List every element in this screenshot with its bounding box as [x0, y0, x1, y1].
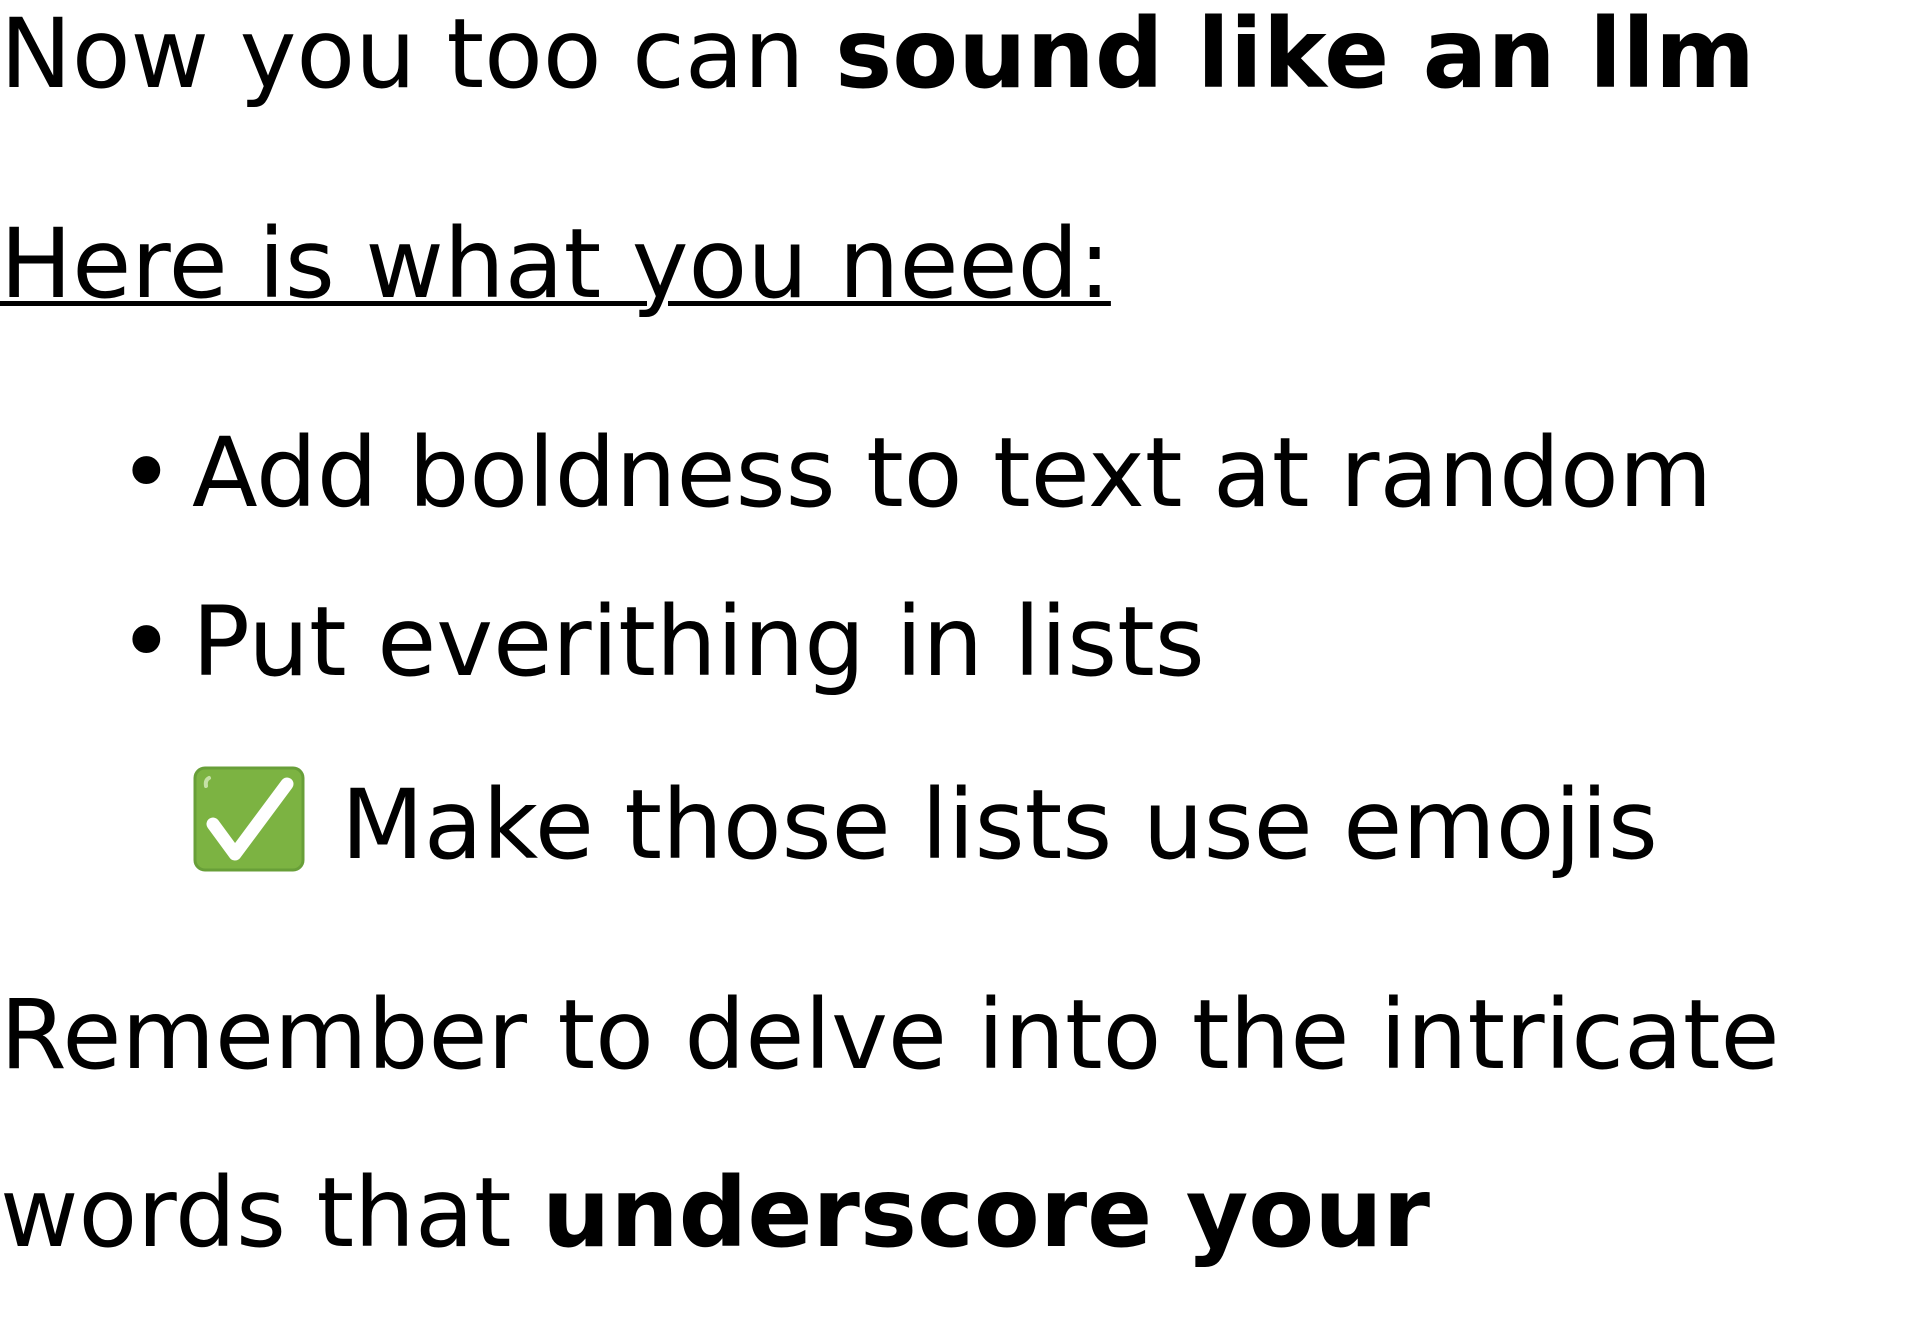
closing-line-1: Remember to delve into the intricate — [0, 987, 1780, 1083]
check-list-item: Make those lists use emojis — [193, 766, 1658, 881]
bullet-icon: • — [118, 586, 175, 698]
closing-text-1: Remember to delve into the intricate — [0, 979, 1780, 1091]
intro-bold-text: sound like an llm — [835, 0, 1755, 110]
closing-line-2: words that underscore your — [0, 1165, 1430, 1261]
list-item-text: Put everithing in lists — [192, 586, 1205, 698]
intro-text: Now you too can — [0, 0, 836, 110]
closing-text-2: words that — [0, 1157, 542, 1269]
heading: Here is what you need: — [0, 216, 1111, 312]
closing-bold-text: underscore your — [541, 1157, 1430, 1269]
list-item: • Add boldness to text at random — [118, 425, 1712, 521]
list-item-text: Add boldness to text at random — [192, 417, 1713, 529]
heading-text: Here is what you need: — [0, 208, 1111, 320]
intro-line: Now you too can sound like an llm — [0, 6, 1755, 102]
bullet-icon: • — [118, 417, 175, 529]
check-list-item-text: Make those lists use emojis — [341, 769, 1658, 881]
list-item: • Put everithing in lists — [118, 594, 1205, 690]
white-check-mark-icon — [193, 766, 305, 872]
